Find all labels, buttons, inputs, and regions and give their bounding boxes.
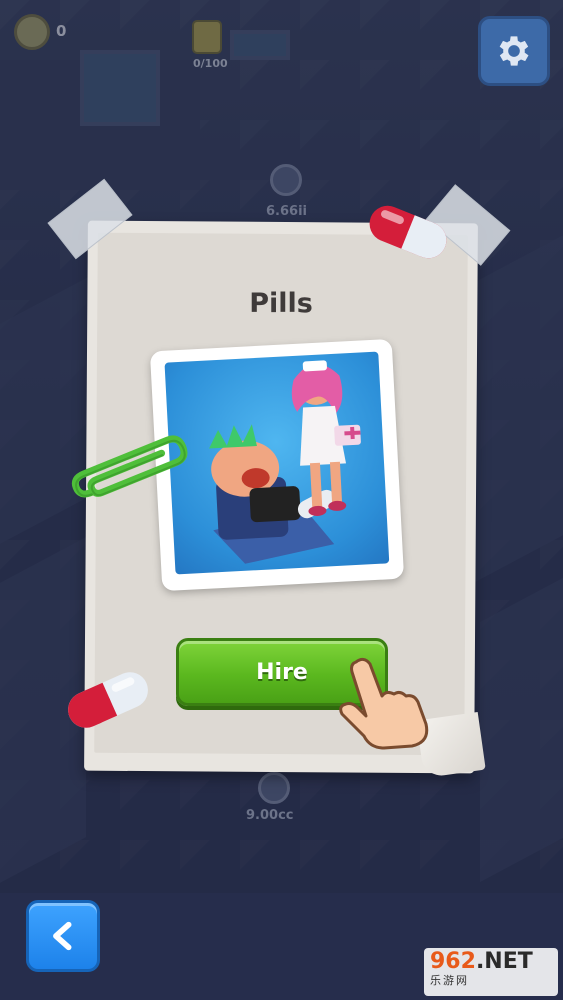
crate-progress: 0/100 xyxy=(193,57,228,70)
crate-icon xyxy=(192,20,222,54)
nurse-leg xyxy=(329,461,343,503)
watermark-brand: 962.NET xyxy=(430,950,552,974)
gear-icon xyxy=(499,36,529,66)
pill-icon xyxy=(369,205,447,259)
nurse-cap xyxy=(302,360,327,372)
watermark-subtitle: 乐游网 xyxy=(430,974,469,987)
watermark-net: .NET xyxy=(475,949,533,974)
scene-label-top: 6.66ii xyxy=(266,204,307,219)
patient-shirt xyxy=(249,486,301,523)
hire-button-label: Hire xyxy=(256,659,308,685)
watermark-number: 962 xyxy=(430,949,476,974)
site-watermark: 962.NET 乐游网 xyxy=(424,948,558,996)
scene-coin-icon xyxy=(270,164,302,196)
coin-icon xyxy=(14,14,50,50)
coin-count: 0 xyxy=(56,22,67,40)
nurse-bag xyxy=(334,424,361,446)
pill-icon xyxy=(68,672,148,728)
back-button[interactable] xyxy=(26,900,100,972)
pointing-hand-icon xyxy=(339,657,429,750)
settings-button[interactable] xyxy=(478,16,550,86)
chevron-left-icon xyxy=(53,921,72,951)
scene-coin-icon xyxy=(258,772,290,804)
scene-label-bottom: 9.00cc xyxy=(246,808,294,823)
card-title: Pills xyxy=(249,288,313,319)
patient-mohawk xyxy=(209,424,257,449)
